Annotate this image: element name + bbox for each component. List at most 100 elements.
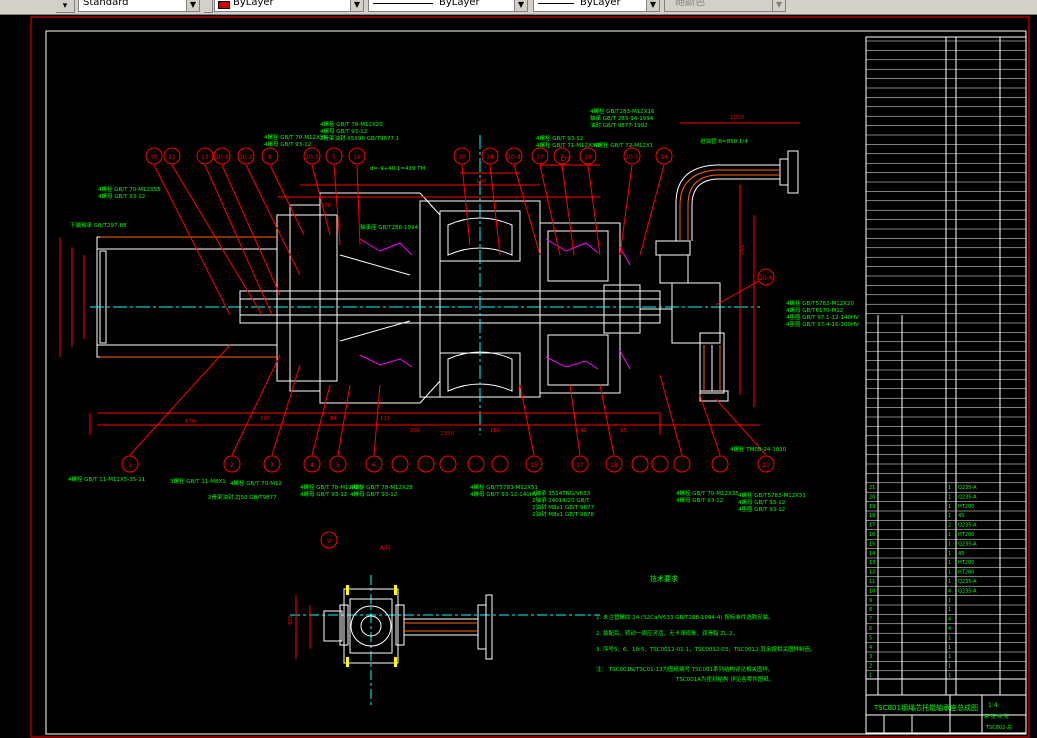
svg-text:2轴承 3514TNG/V633: 2轴承 3514TNG/V633 <box>532 489 591 497</box>
svg-text:4螺母 GB/T 93-12: 4螺母 GB/T 93-12 <box>264 140 311 148</box>
svg-text:425: 425 <box>288 615 294 625</box>
svg-text:70: 70 <box>324 203 331 209</box>
bom-item-qty: 4 <box>948 588 951 594</box>
text-style-value: Standard <box>83 0 129 8</box>
color-value: ByLayer <box>233 0 274 8</box>
linetype-combo[interactable]: ByLayer ▼ <box>368 0 528 12</box>
svg-text:进油管 B=850 1/4: 进油管 B=850 1/4 <box>700 137 748 145</box>
chevron-down-icon[interactable]: ▼ <box>350 0 363 11</box>
svg-text:17: 17 <box>536 154 544 161</box>
svg-text:10-2: 10-2 <box>239 154 253 161</box>
dimension-lines <box>59 122 800 435</box>
svg-text:4螺栓 GB/T 11-M12X5-35-11: 4螺栓 GB/T 11-M12X5-35-11 <box>68 475 145 483</box>
svg-text:15: 15 <box>530 462 538 469</box>
bom-item-number: 5 <box>869 635 872 641</box>
bom-item-number: 4 <box>869 645 872 651</box>
svg-text:4: 4 <box>310 462 314 469</box>
drawing-canvas[interactable]: 10 11 13 10-1 10-2 8 10-3 5 16 20 18 10-4 17 7 19 … <box>0 15 1037 738</box>
svg-text:175: 175 <box>560 157 571 163</box>
plot-style-combo: 随颜色 ▼ <box>664 0 786 12</box>
view-a-dims <box>295 595 311 659</box>
svg-text:9: 9 <box>327 538 331 545</box>
bom-item-number: 21 <box>869 485 875 491</box>
svg-text:16: 16 <box>353 154 361 161</box>
svg-text:8: 8 <box>268 154 272 161</box>
svg-text:下端轴承 GB/T297-88: 下端轴承 GB/T297-88 <box>70 221 127 229</box>
bom-item-qty: 1 <box>948 560 951 566</box>
bom-item-qty: 1 <box>948 485 951 491</box>
svg-text:6: 6 <box>372 462 376 469</box>
bom-item-material: Q235-A <box>958 494 977 500</box>
tech-note-5: TSC001A为密封结构 详见各零件图纸。 <box>675 675 774 683</box>
svg-text:轴承 GB/T 283-94-1994: 轴承 GB/T 283-94-1994 <box>590 114 654 122</box>
cad-drawing: 10 11 13 10-1 10-2 8 10-3 5 16 20 18 10-4 17 7 19 … <box>30 16 1030 738</box>
svg-text:4螺栓 TM08-24-1010: 4螺栓 TM08-24-1010 <box>730 445 787 453</box>
bom-item-qty: 1 <box>948 494 951 500</box>
svg-text:4螺母 GB/T 93-12-140HV: 4螺母 GB/T 93-12-140HV <box>470 490 538 498</box>
svg-text:4螺母 GB/T 93-12: 4螺母 GB/T 93-12 <box>98 192 145 200</box>
lineweight-combo[interactable]: ByLayer ▼ <box>533 0 660 12</box>
bom-item-qty: 1 <box>948 504 951 510</box>
svg-text:18: 18 <box>486 154 494 161</box>
svg-text:4螺母 GB/T 93-12: 4螺母 GB/T 93-12 <box>300 490 347 498</box>
svg-text:670: 670 <box>185 419 196 425</box>
linetype-sample <box>373 3 433 4</box>
svg-text:4螺栓 GB/T 70-M12X35: 4螺栓 GB/T 70-M12X35 <box>676 489 739 497</box>
text-style-combo[interactable]: Standard ▼ <box>78 0 200 12</box>
chevron-down-icon[interactable]: ▼ <box>646 0 659 11</box>
bom-item-qty: 1 <box>948 579 951 585</box>
svg-text:5: 5 <box>336 462 340 469</box>
svg-text:4垫圈 GB/T 93-12: 4垫圈 GB/T 93-12 <box>738 505 785 513</box>
drawing-title: TSC801钢绳芯托辊轴承座总成图 <box>873 703 978 712</box>
svg-text:轴承座 GB/T288-1994: 轴承座 GB/T288-1994 <box>360 223 418 231</box>
svg-text:55: 55 <box>620 428 627 434</box>
svg-text:42: 42 <box>580 428 587 434</box>
svg-text:4螺栓 GB/T5783-M12X51: 4螺栓 GB/T5783-M12X51 <box>738 491 806 499</box>
svg-text:10-5: 10-5 <box>625 154 639 161</box>
svg-text:2油封 M8x1 GB/T 9878: 2油封 M8x1 GB/T 9878 <box>532 510 594 518</box>
bom-item-qty: 1 <box>948 570 951 576</box>
svg-text:4螺栓 GB/T 70-M12: 4螺栓 GB/T 70-M12 <box>230 479 282 487</box>
bom-item-qty: 1 <box>948 541 951 547</box>
tech-note-4: 注： TSC001N/TSC01-13为图纸编号 TSC001系列结构详见相关图… <box>596 665 774 673</box>
bom-item-qty: 1 <box>948 673 951 679</box>
bom-item-number: 7 <box>869 617 872 623</box>
svg-text:4螺栓 GB/T 78-M12X28: 4螺栓 GB/T 78-M12X28 <box>350 483 413 491</box>
svg-text:10-6: 10-6 <box>759 275 773 282</box>
bom-item-number: 2 <box>869 664 872 670</box>
svg-text:1350: 1350 <box>440 431 454 437</box>
svg-text:4螺母 GB/T 93-12: 4螺母 GB/T 93-12 <box>350 490 397 498</box>
chevron-down-icon[interactable]: ▼ <box>186 0 199 11</box>
svg-text:2骨架油封 ZJ50 GB/T9877: 2骨架油封 ZJ50 GB/T9877 <box>208 493 277 501</box>
bom-item-material: Q235-A <box>958 579 977 585</box>
svg-text:4螺栓 GB/T 93-12: 4螺栓 GB/T 93-12 <box>536 134 583 142</box>
text-style-icon[interactable]: ▾ <box>56 0 75 13</box>
svg-text:166: 166 <box>490 428 501 434</box>
svg-text:4螺栓 GB/T 78-M12X20: 4螺栓 GB/T 78-M12X20 <box>320 120 383 128</box>
svg-text:4螺栓 GB/T5783-M12X51: 4螺栓 GB/T5783-M12X51 <box>470 483 538 491</box>
svg-text:10: 10 <box>150 154 158 161</box>
color-combo[interactable]: ByLayer ▼ <box>214 0 364 12</box>
chevron-down-icon[interactable]: ▼ <box>514 0 527 11</box>
bom-item-number: 18 <box>869 513 875 519</box>
bom-item-number: 16 <box>869 532 875 538</box>
bom-item-number: 19 <box>869 504 875 510</box>
svg-text:10-4: 10-4 <box>507 154 521 161</box>
svg-text:111: 111 <box>380 416 391 422</box>
bom-item-number: 17 <box>869 523 875 529</box>
bom-item-material: HT200 <box>958 504 974 510</box>
part-callouts-bottom: 4螺栓 GB/T 11-M12X5-35-11 3螺栓 GB/T 11-M8X1… <box>68 475 806 518</box>
drawing-number: TSC802-总 <box>985 724 1012 731</box>
svg-text:4螺栓 GB/T 71-M12X30: 4螺栓 GB/T 71-M12X30 <box>536 141 599 149</box>
svg-text:4螺栓 GB/T 70-M12X55: 4螺栓 GB/T 70-M12X55 <box>98 185 161 193</box>
view-a-detail <box>290 575 600 705</box>
bom-item-qty: 1 <box>948 645 951 651</box>
svg-text:2轴承 24014/20 GB/T: 2轴承 24014/20 GB/T <box>532 496 590 504</box>
svg-text:21: 21 <box>762 462 770 469</box>
color-swatch <box>218 1 230 9</box>
layer-tool-icon[interactable] <box>204 0 213 13</box>
svg-text:4螺栓 GB/T283-M12X16: 4螺栓 GB/T283-M12X16 <box>590 107 655 115</box>
bom-item-number: 9 <box>869 598 872 604</box>
bom-item-qty: 1 <box>948 607 951 613</box>
properties-toolbar: ▾ Standard ▼ ByLayer ▼ ByLayer ▼ ByLayer… <box>0 0 1037 15</box>
